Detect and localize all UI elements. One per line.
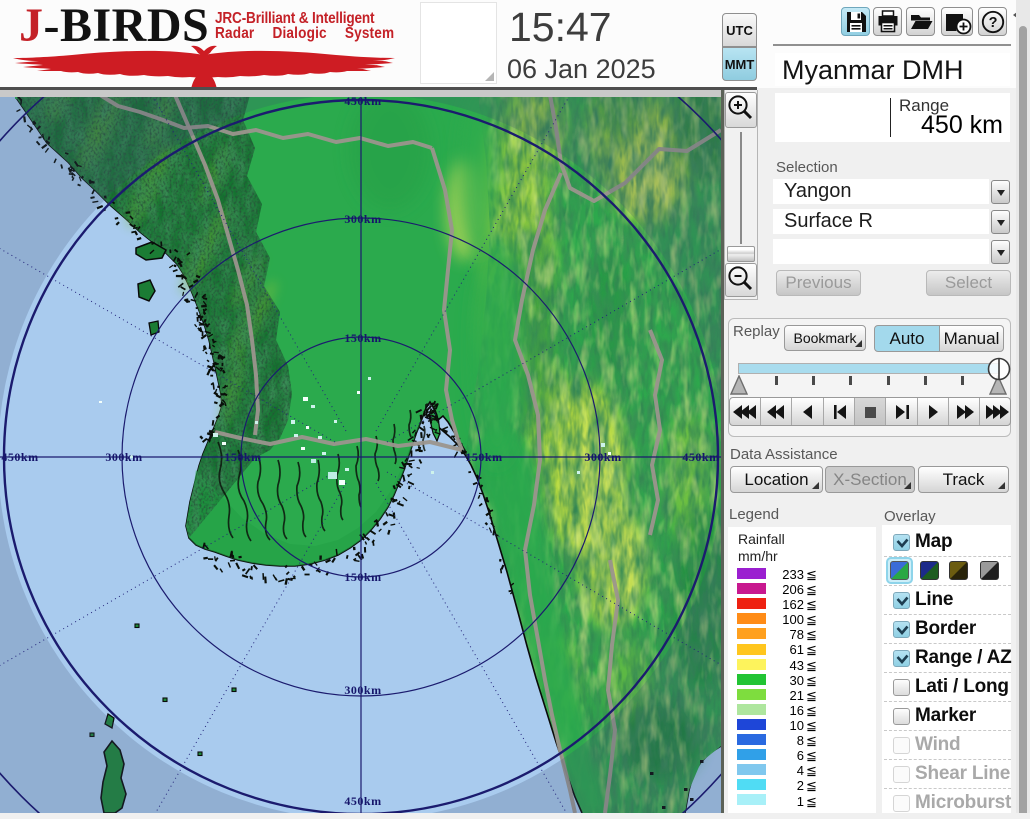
svg-text:450km: 450km — [682, 450, 719, 464]
svg-text:450km: 450km — [344, 794, 381, 808]
svg-text:150km: 150km — [465, 450, 502, 464]
svg-text:150km: 150km — [344, 331, 381, 345]
svg-text:?: ? — [989, 15, 998, 31]
svg-text:450km: 450km — [1, 450, 38, 464]
svg-text:300km: 300km — [344, 212, 381, 226]
svg-text:150km: 150km — [344, 570, 381, 584]
svg-text:300km: 300km — [344, 683, 381, 697]
svg-text:300km: 300km — [105, 450, 142, 464]
svg-text:300km: 300km — [584, 450, 621, 464]
svg-text:150km: 150km — [224, 450, 261, 464]
